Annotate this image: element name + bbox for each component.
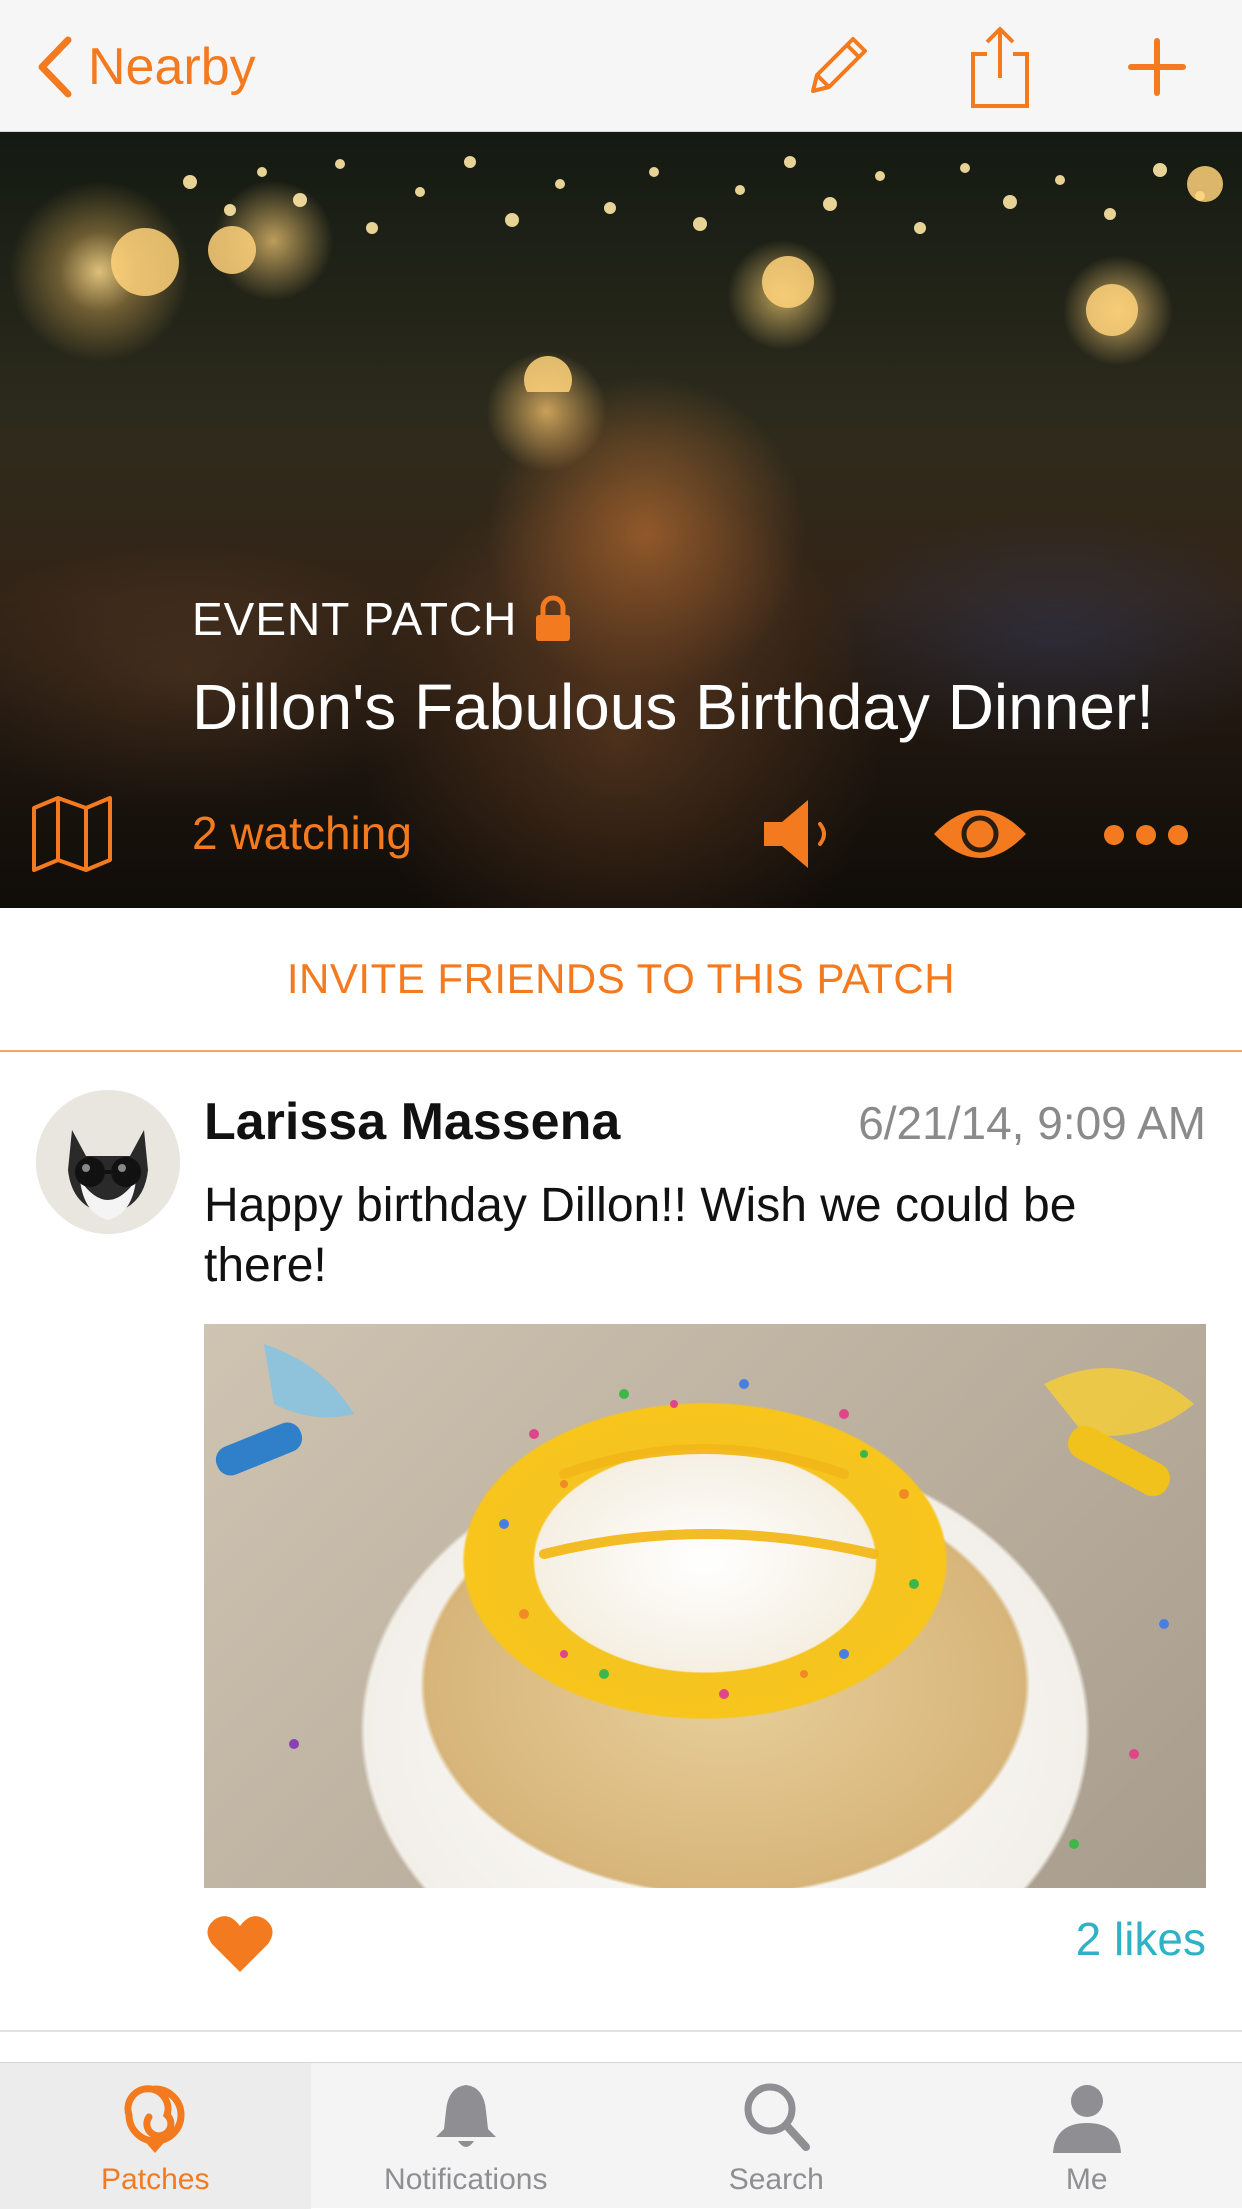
tab-label: Notifications [311, 2163, 622, 2197]
tab-search[interactable]: Search [621, 2063, 932, 2209]
search-icon [736, 2077, 816, 2157]
eye-icon [930, 796, 1030, 872]
cat-avatar-icon [36, 1090, 180, 1234]
bell-icon [426, 2077, 506, 2157]
message-timestamp: 6/21/14, 9:09 AM [858, 1096, 1206, 1150]
map-button[interactable] [30, 794, 114, 874]
patch-type-label: EVENT PATCH [192, 592, 517, 646]
author-avatar[interactable] [36, 1090, 180, 1234]
speaker-icon [760, 794, 844, 874]
edit-button[interactable] [792, 22, 882, 112]
back-label: Nearby [88, 37, 256, 97]
tab-notifications[interactable]: Notifications [311, 2063, 622, 2209]
tab-patches[interactable]: Patches [0, 2063, 311, 2209]
likes-count[interactable]: 2 likes [1076, 1912, 1206, 1966]
back-button[interactable]: Nearby [36, 32, 256, 102]
tab-bar: Patches Notifications Search Me [0, 2062, 1242, 2208]
pencil-icon [797, 27, 877, 107]
add-button[interactable] [1112, 22, 1202, 112]
watching-count[interactable]: 2 watching [192, 806, 412, 860]
cake-photo-decoration [204, 1324, 1206, 1888]
lock-icon [533, 595, 573, 643]
tab-label: Search [621, 2163, 932, 2197]
tab-me[interactable]: Me [932, 2063, 1242, 2209]
patch-cover-photo: EVENT PATCH Dillon's Fabulous Birthday D… [0, 132, 1242, 908]
more-icon [1096, 800, 1196, 870]
plus-icon [1127, 37, 1187, 97]
tab-label: Patches [0, 2163, 311, 2197]
watch-button[interactable] [930, 796, 1030, 872]
person-icon [1047, 2077, 1127, 2157]
like-button[interactable] [204, 1912, 276, 1976]
navigation-bar: Nearby [0, 0, 1242, 132]
share-icon [965, 24, 1035, 110]
more-button[interactable] [1096, 800, 1196, 870]
author-name[interactable]: Larissa Massena [204, 1092, 620, 1152]
message-text: Happy birthday Dillon!! Wish we could be… [204, 1176, 1204, 1296]
heart-icon [204, 1912, 276, 1976]
patch-type: EVENT PATCH [192, 592, 573, 646]
invite-friends-button[interactable]: INVITE FRIENDS TO THIS PATCH [0, 908, 1242, 1052]
map-icon [30, 794, 114, 874]
chevron-left-icon [36, 36, 74, 98]
tab-label: Me [932, 2163, 1242, 2197]
patch-toolbar: 2 watching [0, 782, 1242, 882]
mute-button[interactable] [760, 794, 844, 874]
patches-icon [115, 2077, 195, 2157]
invite-friends-label: INVITE FRIENDS TO THIS PATCH [287, 955, 955, 1003]
share-button[interactable] [955, 22, 1045, 112]
message-item: Larissa Massena 6/21/14, 9:09 AM Happy b… [0, 1052, 1242, 2032]
message-photo[interactable] [204, 1324, 1206, 1888]
patch-title: Dillon's Fabulous Birthday Dinner! [192, 670, 1154, 744]
